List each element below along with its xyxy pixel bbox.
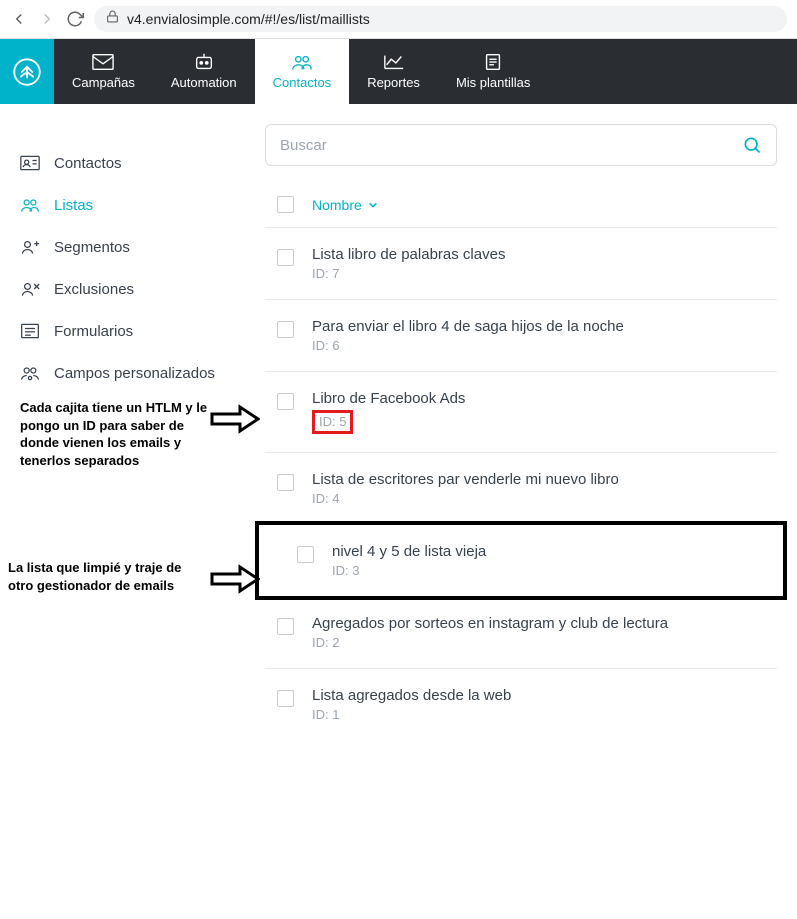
table-row[interactable]: Para enviar el libro 4 de saga hijos de … — [265, 300, 777, 372]
sidebar-item-label: Formularios — [54, 323, 133, 340]
people-icon — [20, 195, 40, 215]
sidebar-item-label: Exclusiones — [54, 281, 134, 298]
row-title: Lista libro de palabras claves — [312, 246, 505, 263]
arrow-icon — [210, 564, 260, 599]
search-input[interactable] — [280, 137, 742, 154]
sidebar-item-segmentos[interactable]: Segmentos — [20, 226, 245, 268]
row-id: ID: 4 — [312, 491, 619, 506]
row-highlight-black — [255, 521, 787, 600]
table-row[interactable]: Lista agregados desde la web ID: 1 — [265, 669, 777, 740]
sidebar-item-campos[interactable]: Campos personalizados — [20, 352, 245, 394]
sidebar-item-contactos[interactable]: Contactos — [20, 142, 245, 184]
nav-reportes[interactable]: Reportes — [349, 39, 438, 104]
search-icon — [742, 135, 762, 155]
row-title: Lista de escritores par venderle mi nuev… — [312, 471, 619, 488]
sidebar: Contactos Listas Segmentos Exclusiones F… — [0, 124, 265, 740]
annotation-text-1: Cada cajita tiene un HTLM y le pongo un … — [20, 399, 210, 469]
row-id: ID: 1 — [312, 707, 511, 722]
row-checkbox[interactable] — [277, 393, 294, 410]
nav-contactos[interactable]: Contactos — [255, 39, 350, 104]
select-all-checkbox[interactable] — [277, 196, 294, 213]
custom-fields-icon — [20, 363, 40, 383]
sidebar-item-label: Contactos — [54, 155, 122, 172]
column-name[interactable]: Nombre — [312, 197, 378, 213]
row-checkbox[interactable] — [277, 690, 294, 707]
row-id: ID: 2 — [312, 635, 668, 650]
row-checkbox[interactable] — [277, 474, 294, 491]
nav-automation[interactable]: Automation — [153, 39, 255, 104]
reload-icon[interactable] — [66, 10, 84, 28]
row-checkbox[interactable] — [277, 618, 294, 635]
url-bar[interactable]: v4.envialosimple.com/#!/es/list/maillist… — [94, 6, 787, 32]
row-title: Para enviar el libro 4 de saga hijos de … — [312, 318, 624, 335]
search-box[interactable] — [265, 124, 777, 166]
table-row[interactable]: Agregados por sorteos en instagram y clu… — [265, 597, 777, 669]
back-icon[interactable] — [10, 10, 28, 28]
sidebar-item-exclusiones[interactable]: Exclusiones — [20, 268, 245, 310]
table-row[interactable]: Libro de Facebook Ads ID: 5 — [265, 372, 777, 453]
url-text: v4.envialosimple.com/#!/es/list/maillist… — [127, 11, 370, 27]
topnav: Campañas Automation Contactos Reportes M… — [0, 39, 797, 104]
table-row[interactable]: Lista de escritores par venderle mi nuev… — [265, 453, 777, 525]
robot-icon — [193, 53, 215, 71]
row-title: Lista agregados desde la web — [312, 687, 511, 704]
template-icon — [482, 53, 504, 71]
table-header: Nombre — [265, 196, 777, 228]
row-title: Libro de Facebook Ads — [312, 390, 465, 407]
main: Nombre Lista libro de palabras claves ID… — [265, 124, 797, 740]
table-row[interactable]: nivel 4 y 5 de lista vieja ID: 3 — [265, 525, 777, 597]
envelope-icon — [92, 53, 114, 71]
row-id: ID: 6 — [312, 338, 624, 353]
nav-label: Automation — [171, 75, 237, 90]
row-id: ID: 5 — [319, 414, 346, 429]
row-title: Agregados por sorteos en instagram y clu… — [312, 615, 668, 632]
nav-label: Reportes — [367, 75, 420, 90]
chart-icon — [383, 53, 405, 71]
sidebar-item-formularios[interactable]: Formularios — [20, 310, 245, 352]
content: Contactos Listas Segmentos Exclusiones F… — [0, 104, 797, 740]
table-row[interactable]: Lista libro de palabras claves ID: 7 — [265, 228, 777, 300]
sidebar-item-label: Campos personalizados — [54, 365, 215, 382]
annotation-text-2: La lista que limpié y traje de otro gest… — [8, 559, 208, 594]
row-checkbox[interactable] — [277, 249, 294, 266]
nav-label: Contactos — [273, 75, 332, 90]
forward-icon[interactable] — [38, 10, 56, 28]
form-icon — [20, 321, 40, 341]
column-name-label: Nombre — [312, 197, 362, 213]
id-highlight-red: ID: 5 — [312, 410, 353, 434]
nav-label: Mis plantillas — [456, 75, 530, 90]
logo[interactable] — [0, 39, 54, 104]
people-icon — [291, 53, 313, 71]
chevron-down-icon — [368, 200, 378, 210]
nav-campanas[interactable]: Campañas — [54, 39, 153, 104]
sidebar-item-label: Listas — [54, 197, 93, 214]
lock-icon — [106, 10, 119, 28]
row-id: ID: 7 — [312, 266, 505, 281]
exclusion-icon — [20, 279, 40, 299]
nav-label: Campañas — [72, 75, 135, 90]
nav-plantillas[interactable]: Mis plantillas — [438, 39, 548, 104]
row-checkbox[interactable] — [277, 321, 294, 338]
arrow-icon — [210, 404, 260, 439]
segment-icon — [20, 237, 40, 257]
sidebar-item-label: Segmentos — [54, 239, 130, 256]
sidebar-item-listas[interactable]: Listas — [20, 184, 245, 226]
id-card-icon — [20, 153, 40, 173]
browser-bar: v4.envialosimple.com/#!/es/list/maillist… — [0, 0, 797, 39]
